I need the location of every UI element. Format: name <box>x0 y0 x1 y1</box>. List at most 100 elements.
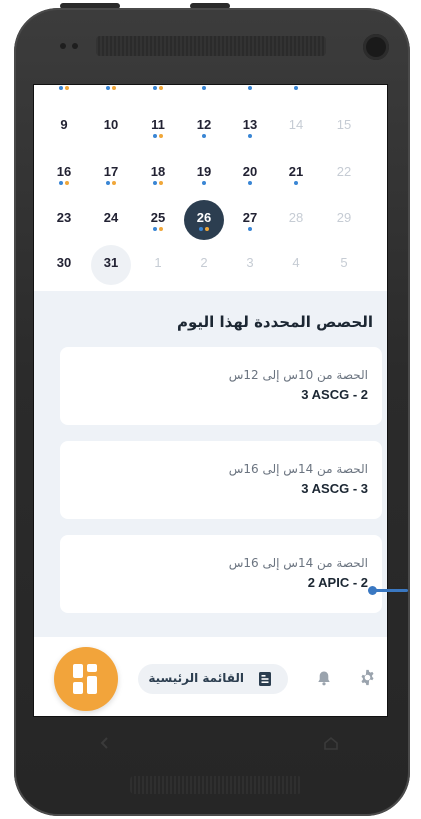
calendar-day[interactable]: 21 <box>276 154 316 194</box>
event-dots <box>91 134 131 138</box>
front-camera <box>363 34 389 60</box>
calendar-day-number: 20 <box>242 164 258 179</box>
calendar-week-row: 9 10 11 12 13 14 15 <box>34 107 387 151</box>
gear-icon[interactable] <box>359 669 376 686</box>
event-dots <box>324 181 364 185</box>
calendar-day-number: 25 <box>150 210 166 225</box>
event-dots <box>184 86 224 90</box>
home-icon[interactable] <box>323 735 339 751</box>
calendar-day[interactable]: 15 <box>324 107 364 147</box>
calendar-day[interactable]: 23 <box>44 200 84 240</box>
calendar-day[interactable]: 31 <box>91 245 131 285</box>
calendar-day[interactable]: 9 <box>44 107 84 147</box>
event-dot <box>153 181 157 185</box>
calendar-week-row: 30 31 1 2 3 4 5 <box>34 245 387 289</box>
calendar-day-number: 24 <box>103 210 119 225</box>
calendar-day[interactable]: 12 <box>184 107 224 147</box>
calendar-day[interactable]: 29 <box>324 200 364 240</box>
calendar-day-number: 16 <box>56 164 72 179</box>
event-dots <box>276 134 316 138</box>
calendar-day[interactable]: 17 <box>91 154 131 194</box>
calendar-day[interactable]: 22 <box>324 154 364 194</box>
side-button <box>190 3 230 9</box>
calendar-day[interactable]: 16 <box>44 154 84 194</box>
event-dot <box>59 181 63 185</box>
event-dot <box>159 181 163 185</box>
event-dot <box>159 86 163 90</box>
calendar-day[interactable]: 2 <box>184 245 224 285</box>
calendar-day[interactable]: 5 <box>324 245 364 285</box>
sessions-title: الحصص المحددة لهذا اليوم <box>177 313 373 331</box>
event-dots <box>276 227 316 231</box>
session-class: 2 APIC - 2 <box>307 575 368 590</box>
calendar-day[interactable]: 30 <box>44 245 84 285</box>
event-dots <box>44 227 84 231</box>
event-dot <box>65 181 69 185</box>
calendar-day-number: 10 <box>103 117 119 132</box>
calendar-day[interactable]: 20 <box>230 154 270 194</box>
session-card[interactable]: الحصة من 10س إلى 12س 3 ASCG - 2 <box>60 347 382 425</box>
calendar-day[interactable]: 13 <box>230 107 270 147</box>
side-button <box>60 3 120 9</box>
proximity-sensor <box>60 43 66 49</box>
event-dots <box>230 181 270 185</box>
calendar-day[interactable]: 25 <box>138 200 178 240</box>
event-dot <box>153 134 157 138</box>
apps-grid-icon <box>87 664 97 672</box>
event-dots <box>324 227 364 231</box>
event-dot <box>59 86 63 90</box>
event-dots <box>230 134 270 138</box>
calendar-day[interactable]: 24 <box>91 200 131 240</box>
back-icon[interactable] <box>98 736 112 750</box>
event-dot <box>159 134 163 138</box>
calendar-day[interactable]: 26 <box>184 200 224 240</box>
calendar-day[interactable]: 14 <box>276 107 316 147</box>
calendar-day-number: 12 <box>196 117 212 132</box>
event-dots <box>44 86 84 90</box>
calendar-day-number: 3 <box>246 255 254 270</box>
calendar-day[interactable]: 28 <box>276 200 316 240</box>
calendar-day[interactable]: 27 <box>230 200 270 240</box>
annotation-pointer-line <box>372 589 408 592</box>
event-dot <box>294 181 298 185</box>
calendar-day-number: 15 <box>336 117 352 132</box>
bell-icon[interactable] <box>317 670 331 686</box>
event-dot <box>294 86 298 90</box>
apps-fab-button[interactable] <box>54 647 118 711</box>
calendar-day[interactable]: 3 <box>230 245 270 285</box>
calendar-day[interactable]: 4 <box>276 245 316 285</box>
calendar-day[interactable]: 11 <box>138 107 178 147</box>
calendar-day-number: 22 <box>336 164 352 179</box>
event-dot <box>65 86 69 90</box>
event-dots <box>230 272 270 276</box>
event-dots <box>276 272 316 276</box>
calendar-day-number: 2 <box>200 255 208 270</box>
calendar-day[interactable]: 10 <box>91 107 131 147</box>
calendar-day-number: 17 <box>103 164 119 179</box>
calendar-day-number: 13 <box>242 117 258 132</box>
event-dot <box>199 227 203 231</box>
calendar-day[interactable]: 18 <box>138 154 178 194</box>
apps-grid-icon <box>87 676 97 694</box>
calendar-day-number: 30 <box>56 255 72 270</box>
event-dots <box>44 181 84 185</box>
event-dot <box>248 86 252 90</box>
calendar-day[interactable]: 19 <box>184 154 224 194</box>
calendar-month-grid: 9 10 11 12 13 14 15 16 17 18 19 20 21 22 23 24 25 26 27 2… <box>34 85 387 295</box>
calendar-day-number: 31 <box>103 255 119 270</box>
session-class: 3 ASCG - 3 <box>301 481 368 496</box>
session-card[interactable]: الحصة من 14س إلى 16س 2 APIC - 2 <box>60 535 382 613</box>
event-dot <box>248 227 252 231</box>
calendar-day-number: 21 <box>288 164 304 179</box>
home-menu-button[interactable]: القائمة الرئيسية <box>138 664 288 694</box>
event-dots <box>324 134 364 138</box>
calendar-day-number: 23 <box>56 210 72 225</box>
calendar-day-number: 5 <box>340 255 348 270</box>
event-dot <box>112 86 116 90</box>
sessions-panel: الحصص المحددة لهذا اليوم الحصة من 10س إل… <box>34 291 387 637</box>
session-card[interactable]: الحصة من 14س إلى 16س 3 ASCG - 3 <box>60 441 382 519</box>
event-dot <box>205 227 209 231</box>
calendar-day[interactable]: 1 <box>138 245 178 285</box>
event-dots <box>138 227 178 231</box>
event-dots <box>44 134 84 138</box>
